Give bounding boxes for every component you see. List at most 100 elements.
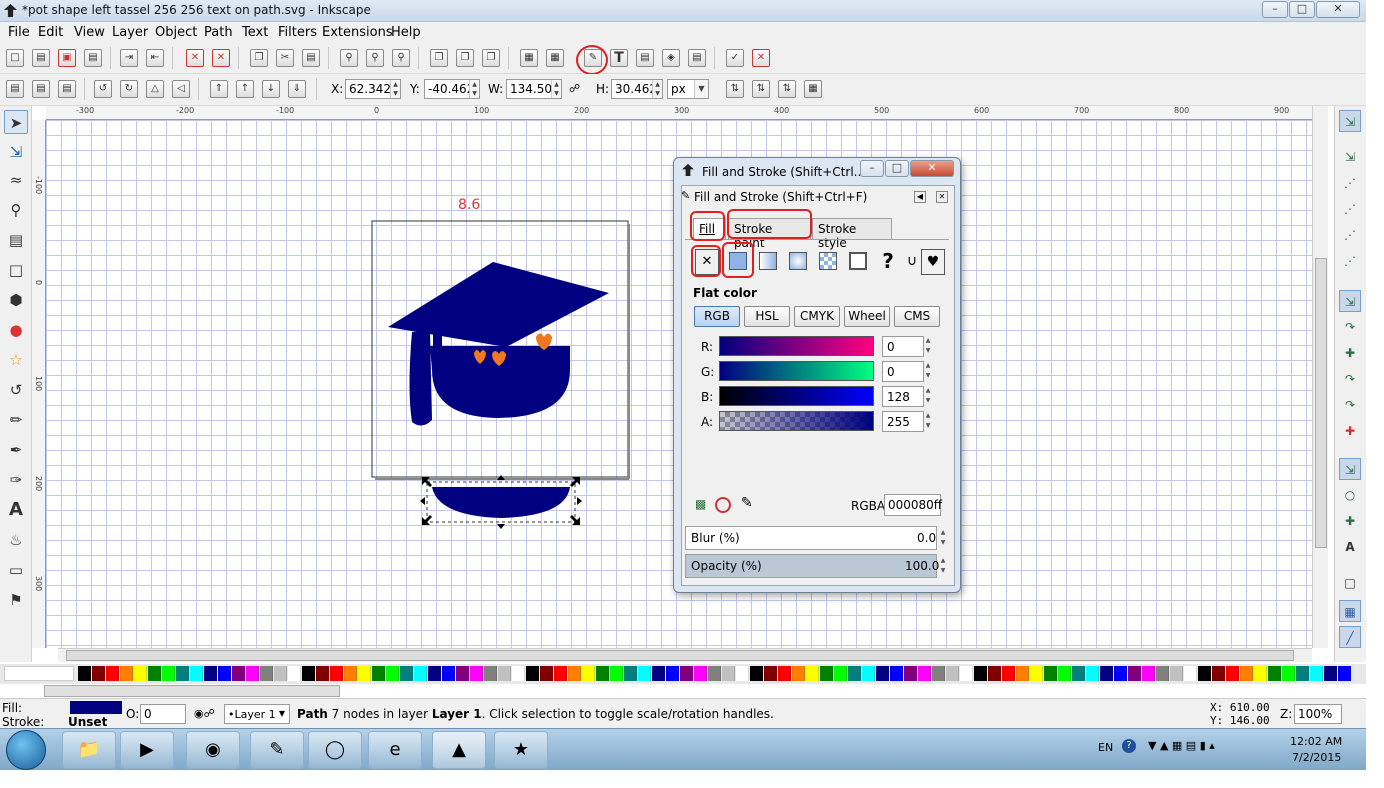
lower-to-bottom-icon[interactable]: ⇓ (288, 80, 306, 98)
unset-paint-icon[interactable]: ? (876, 249, 900, 275)
dialog-grip-icon[interactable]: ✎ (681, 189, 693, 203)
channel-r-slider[interactable] (719, 336, 874, 356)
spin-arrows-icon[interactable]: ▲ ▼ (924, 361, 932, 382)
clock-time[interactable]: 12:02 AM (1290, 735, 1342, 748)
palette-swatch[interactable] (1338, 666, 1351, 681)
group-icon[interactable]: ▦ (520, 49, 538, 67)
palette-swatch[interactable] (316, 666, 329, 681)
copy-icon[interactable]: ❐ (250, 49, 268, 67)
cut-icon[interactable]: ✂ (276, 49, 294, 67)
spin-arrows-icon[interactable]: ▲ ▼ (469, 80, 479, 98)
maximize-button[interactable]: □ (1289, 1, 1315, 18)
transform-gradients-icon[interactable]: ⇅ (778, 80, 796, 98)
palette-swatch[interactable] (932, 666, 945, 681)
spin-arrows-icon[interactable]: ▲ ▼ (924, 336, 932, 357)
dialog-minimize-button[interactable]: – (860, 160, 884, 177)
palette-swatch[interactable] (1296, 666, 1309, 681)
paste-icon[interactable]: ▤ (302, 49, 320, 67)
palette-swatch[interactable] (204, 666, 217, 681)
palette-swatch[interactable] (358, 666, 371, 681)
zoom-selection-icon[interactable]: ⚲ (340, 49, 358, 67)
scrollbar-thumb[interactable] (1315, 258, 1327, 548)
document-properties-icon[interactable]: ✕ (752, 49, 770, 67)
eyedropper-icon[interactable]: ✎ (741, 495, 757, 513)
palette-swatch[interactable] (1170, 666, 1183, 681)
zoom-tool-icon[interactable]: ⚲ (4, 198, 28, 222)
minimize-button[interactable]: – (1262, 1, 1288, 18)
paint-bucket-tool-icon[interactable]: ⚑ (4, 588, 28, 612)
x-field[interactable]: 62.342 ▲ ▼ (345, 79, 401, 99)
palette-swatch[interactable] (414, 666, 427, 681)
palette-swatch[interactable] (92, 666, 105, 681)
palette-swatch[interactable] (876, 666, 889, 681)
rectangle-tool-icon[interactable]: □ (4, 258, 28, 282)
palette-swatch[interactable] (834, 666, 847, 681)
dialog-close-button[interactable]: ✕ (910, 160, 954, 177)
palette-swatch[interactable] (778, 666, 791, 681)
vertical-scrollbar[interactable] (1312, 106, 1328, 648)
palette-swatch[interactable] (1086, 666, 1099, 681)
preferences-icon[interactable]: ✓ (726, 49, 744, 67)
palette-swatch[interactable] (400, 666, 413, 681)
pencil-tool-icon[interactable]: ✏ (4, 408, 28, 432)
pen-tool-icon[interactable]: ✒ (4, 438, 28, 462)
palette-swatch[interactable] (134, 666, 147, 681)
save-icon[interactable]: ▣ (58, 49, 76, 67)
menu-path[interactable]: Path (204, 25, 233, 40)
spin-arrows-icon[interactable]: ▲ ▼ (939, 556, 947, 577)
menu-filters[interactable]: Filters (278, 25, 317, 40)
taskbar-explorer-icon[interactable]: 📁 (62, 731, 116, 769)
palette-swatch[interactable] (554, 666, 567, 681)
chevron-down-icon[interactable]: ▼ (276, 705, 288, 723)
menu-layer[interactable]: Layer (112, 25, 148, 40)
palette-swatch[interactable] (890, 666, 903, 681)
spray-tool-icon[interactable]: ♨ (4, 528, 28, 552)
palette-swatch[interactable] (274, 666, 287, 681)
palette-swatch[interactable] (974, 666, 987, 681)
palette-swatch[interactable] (960, 666, 973, 681)
transform-patterns-icon[interactable]: ▦ (804, 80, 822, 98)
undo-icon[interactable]: ✕ (186, 49, 204, 67)
menu-file[interactable]: File (8, 25, 30, 40)
palette-swatch[interactable] (1058, 666, 1071, 681)
scale-corners-icon[interactable]: ⇅ (752, 80, 770, 98)
snap-page-border-icon[interactable]: □ (1339, 572, 1361, 594)
xml-icon[interactable]: ◈ (662, 49, 680, 67)
palette-swatch[interactable] (190, 666, 203, 681)
palette-swatch[interactable] (442, 666, 455, 681)
palette-swatch[interactable] (1100, 666, 1113, 681)
snap-rotation-centers-icon[interactable]: ✚ (1339, 510, 1361, 532)
spin-arrows-icon[interactable]: ▲ ▼ (390, 80, 400, 98)
palette-swatch[interactable] (1156, 666, 1169, 681)
palette-swatch[interactable] (498, 666, 511, 681)
palette-swatch[interactable] (78, 666, 91, 681)
snap-bbox-centers-icon[interactable]: ⋰ (1339, 250, 1361, 272)
dialog-panel-close-icon[interactable]: ✕ (936, 191, 948, 203)
palette-scrollbar[interactable] (44, 685, 340, 697)
stroke-value[interactable]: Unset (68, 715, 107, 729)
palette-swatch[interactable] (428, 666, 441, 681)
palette-swatch[interactable] (1030, 666, 1043, 681)
unit-select[interactable]: px ▼ (667, 79, 709, 99)
raise-icon[interactable]: ↑ (236, 80, 254, 98)
spin-arrows-icon[interactable]: ▲ ▼ (924, 411, 932, 432)
channel-a-value[interactable]: 255 (882, 411, 924, 432)
opacity-spin[interactable]: 0 (140, 704, 186, 724)
flip-horizontal-icon[interactable]: △ (146, 80, 164, 98)
deselect-icon[interactable]: ▤ (58, 80, 76, 98)
palette-swatch[interactable] (582, 666, 595, 681)
scrollbar-thumb[interactable] (66, 650, 1294, 661)
palette-swatch[interactable] (148, 666, 161, 681)
spin-arrows-icon[interactable]: ▲ ▼ (939, 528, 947, 549)
palette-swatch[interactable] (176, 666, 189, 681)
palette-swatch[interactable] (1142, 666, 1155, 681)
palette-swatch[interactable] (1240, 666, 1253, 681)
menu-view[interactable]: View (74, 25, 105, 40)
palette-swatch[interactable] (1310, 666, 1323, 681)
palette-swatch[interactable] (1268, 666, 1281, 681)
snap-enable-icon[interactable]: ⇲ (1339, 110, 1361, 132)
snap-bbox-icon[interactable]: ⇲ (1339, 146, 1361, 168)
mode-hsl-button[interactable]: HSL (744, 306, 790, 327)
unlink-clone-icon[interactable]: ❐ (482, 49, 500, 67)
lock-icon[interactable]: ☍ (569, 82, 580, 95)
